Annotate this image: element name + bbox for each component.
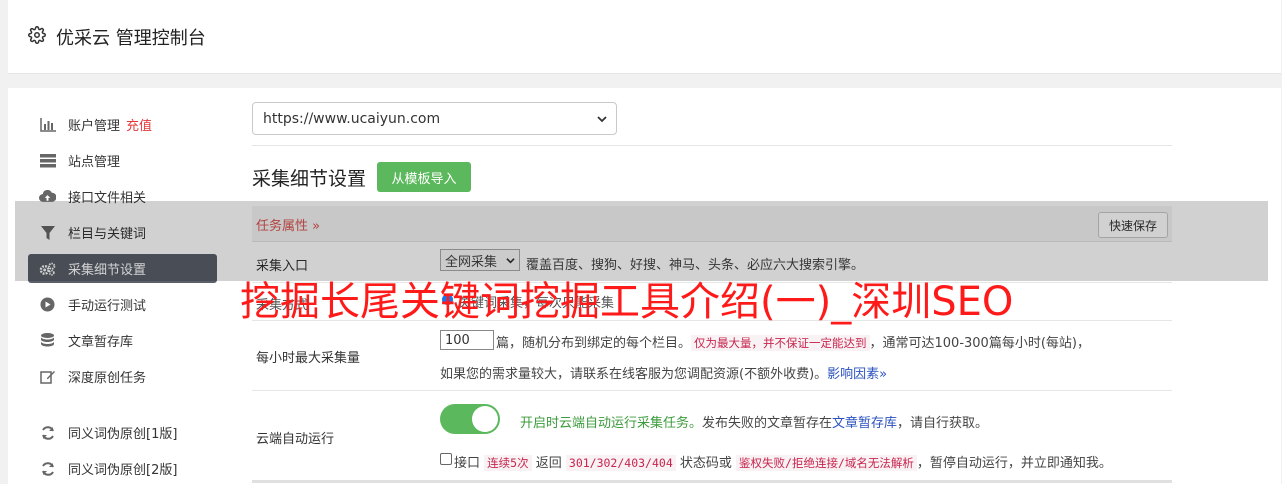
sidebar-item-label: 手动运行测试	[68, 299, 147, 314]
play-circle-icon	[39, 296, 56, 313]
max-per-hour-label: 每小时最大采集量	[256, 351, 361, 366]
cloud-text-1: 发布失败的文章暂存在	[702, 416, 833, 431]
sidebar-item-label: 文章暂存库	[68, 335, 134, 350]
sidebar-item-manual-run[interactable]: 手动运行测试	[28, 290, 217, 319]
max-per-hour-text-line2: 如果您的需求量较大，请联系在线客服为您调配资源(不额外收费)。影响因素»	[440, 363, 887, 382]
divider	[252, 390, 1172, 391]
sidebar-item-label: 同义词伪原创[2版]	[68, 463, 178, 478]
chevron-down-icon	[597, 116, 607, 123]
cb-text-3: 状态码或	[679, 456, 732, 471]
sidebar-item-sites[interactable]: 站点管理	[28, 146, 217, 175]
article-store-link[interactable]: 文章暂存库	[832, 416, 897, 431]
refresh-icon	[39, 424, 56, 441]
top-bar: 优采云 管理控制台	[8, 0, 1281, 74]
factors-link[interactable]: 影响因素»	[827, 367, 887, 382]
cloud-text-2: ，请自行获取。	[897, 416, 989, 431]
sidebar-item-label: 站点管理	[68, 155, 121, 170]
cloud-run-green-text: 开启时云端自动运行采集任务。	[520, 416, 703, 431]
sidebar-item-label: 账户管理	[68, 119, 121, 134]
cloud-run-toggle[interactable]	[440, 404, 500, 434]
cb-text-4: ，暂停自动运行，并立即通知我。	[916, 456, 1112, 471]
max-per-hour-text: 篇，随机分布到绑定的每个栏目。 仅为最大量，并不保证一定能达到 ，通常可达100-3…	[496, 332, 1090, 351]
import-template-button[interactable]: 从模板导入	[377, 162, 471, 192]
sidebar-item-synonym-v2[interactable]: 同义词伪原创[2版]	[28, 454, 217, 483]
recharge-link[interactable]: 充值	[126, 115, 152, 134]
database-icon	[39, 332, 56, 349]
watermark-title: 挖掘长尾关键词挖掘工具介绍(一)_深圳SEO	[240, 279, 1014, 325]
sidebar-item-label: 同义词伪原创[1版]	[68, 427, 178, 442]
main-panel: 账户管理 充值 站点管理 接口文件相关 栏目与关键词 采集细节设置 手动运行测试…	[8, 88, 1281, 484]
bar-chart-icon	[39, 116, 56, 133]
cb-code-1: 连续5次	[484, 455, 532, 471]
cb-text-2: 返回	[535, 456, 562, 471]
max-per-hour-input[interactable]: 100	[440, 330, 494, 350]
site-select-value: https://www.ucaiyun.com	[263, 110, 441, 127]
max-text-1: 篇，随机分布到绑定的每个栏目。	[496, 336, 692, 351]
refresh-icon	[39, 460, 56, 477]
cb-code-2: 301/302/403/404	[565, 455, 676, 471]
edit-icon	[39, 368, 56, 385]
cb-text-1: 接口	[454, 456, 481, 471]
app-title: 优采云 管理控制台	[56, 28, 206, 49]
gear-icon	[28, 26, 46, 44]
divider	[252, 480, 1172, 483]
site-select[interactable]: https://www.ucaiyun.com	[252, 102, 617, 135]
sidebar-item-synonym-v1[interactable]: 同义词伪原创[1版]	[28, 418, 217, 447]
section-title: 采集细节设置	[252, 168, 367, 190]
sidebar-item-account[interactable]: 账户管理 充值	[28, 110, 217, 139]
pause-on-error-text: 接口 连续5次 返回 301/302/403/404 状态码或 鉴权失败/拒绝连…	[454, 452, 1112, 471]
max-note-code: 仅为最大量，并不保证一定能达到	[691, 335, 870, 351]
cloud-run-label: 云端自动运行	[256, 432, 335, 447]
divider	[252, 145, 1172, 146]
toggle-knob	[472, 406, 498, 432]
sidebar-item-deep-original[interactable]: 深度原创任务	[28, 362, 217, 391]
sidebar-item-article-store[interactable]: 文章暂存库	[28, 326, 217, 355]
pause-on-error-checkbox[interactable]	[440, 453, 452, 465]
cloud-run-desc: 开启时云端自动运行采集任务。发布失败的文章暂存在文章暂存库，请自行获取。	[520, 412, 988, 431]
cb-code-3: 鉴权失败/拒绝连接/域名无法解析	[736, 455, 917, 471]
server-icon	[39, 152, 56, 169]
sidebar-item-label: 深度原创任务	[68, 371, 147, 386]
max-text-3: 如果您的需求量较大，请联系在线客服为您调配资源(不额外收费)。	[440, 367, 828, 382]
dim-overlay	[15, 201, 1268, 281]
max-text-2: ，通常可达100-300篇每小时(每站)，	[869, 336, 1090, 351]
